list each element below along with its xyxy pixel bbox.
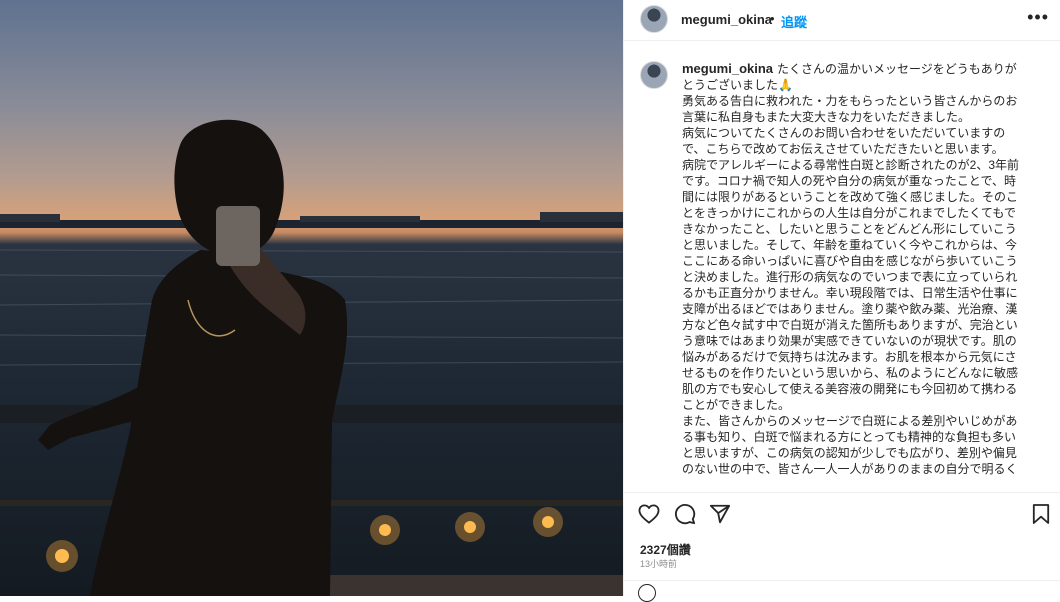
caption-line: です。コロナ禍で知人の死や自分の病気が重なったことで、時	[682, 174, 1016, 188]
caption-line: る事も知り、白斑で悩まれる方にとっても精神的な負担も多い	[682, 430, 1016, 444]
caption-line: 肌の方でも安心して使える美容液の開発にも今回初めて携わる	[682, 382, 1018, 396]
post-caption: megumi_okina たくさんの温かいメッセージをどうもありが とうございまし…	[682, 61, 1042, 477]
heart-icon[interactable]	[638, 504, 660, 524]
caption-line: 病院でアレルギーによる尋常性白斑と診断されたのが2、3年前	[682, 158, 1019, 172]
caption-line: で、こちらで改めてお伝えさせていただきたいと思います。	[682, 142, 1004, 156]
caption-line: 勇気ある告白に救われた・力をもらったという皆さんからのお	[682, 94, 1018, 108]
post-timestamp[interactable]: 13小時前	[640, 557, 677, 570]
caption-line: また、皆さんからのメッセージで白斑による差別やいじめがあ	[682, 414, 1018, 428]
caption-avatar[interactable]	[640, 61, 668, 89]
avatar[interactable]	[640, 5, 668, 33]
post-side-panel: megumi_okina • 追蹤 ••• megumi_okina たくさんの温…	[623, 0, 1060, 602]
caption-line: のない世の中で、皆さん一人一人がありのままの自分で明るく	[682, 462, 1018, 476]
caption-line: と思いました。そして、年齢を重ねていく今やこれからは、今	[682, 238, 1018, 252]
emoji-icon[interactable]	[638, 584, 656, 602]
likes-count[interactable]: 2327個讚	[640, 541, 691, 558]
caption-line: るかも正直分かりません。幸い現段階では、日常生活や仕事に	[682, 286, 1018, 300]
add-comment-bar	[624, 580, 1060, 602]
post-photo[interactable]	[0, 0, 623, 596]
share-icon[interactable]	[709, 503, 731, 525]
post-header: megumi_okina • 追蹤 •••	[624, 0, 1060, 41]
caption-line: 言葉に私自身もまた大変大きな力をいただきました。	[682, 110, 971, 124]
sunset-seaside-photo	[0, 119, 623, 596]
caption-line: 間には限りがあるということを改めて強く感じました。そのこ	[682, 190, 1019, 204]
caption-line: う意味ではあまり効果が実感できていないのが現状です。肌の	[682, 334, 1017, 348]
caption-line: 病気についてたくさんのお問い合わせをいただいていますの	[682, 126, 1006, 140]
follow-button[interactable]: 追蹤	[781, 12, 807, 31]
caption-line: 方など色々試す中で白斑が消えた箇所もありますが、完治とい	[682, 318, 1018, 332]
caption-line: と思いますが、この病気の認知が少しでも広がり、差別や偏見	[682, 446, 1017, 460]
caption-line: と決めました。進行形の病気なのでいつまで表に立っていられ	[682, 270, 1018, 284]
caption-line: きなかったこと、したいと思うことをどんどん形にしていこう	[682, 222, 1017, 236]
caption-line: ことができました。	[682, 398, 791, 412]
caption-line: 悩みがあるだけで気持ちは沈みます。お肌を根本から元気にさ	[682, 350, 1017, 364]
action-bar	[624, 492, 1060, 535]
caption-line: とをきっかけにこれからの人生は自分がこれまでしたくてもで	[682, 206, 1016, 220]
caption-line: せるものを作りたいという思いから、私のようにどんなに敏感	[682, 366, 1019, 380]
bookmark-icon[interactable]	[1032, 503, 1050, 525]
separator-dot: •	[770, 11, 775, 26]
comment-icon[interactable]	[674, 503, 696, 525]
caption-username[interactable]: megumi_okina	[682, 61, 773, 76]
caption-line: たくさんの温かいメッセージをどうもありが	[777, 62, 1017, 76]
comments-area[interactable]: megumi_okina たくさんの温かいメッセージをどうもありが とうございまし…	[624, 48, 1060, 488]
more-icon[interactable]: •••	[1027, 7, 1049, 28]
header-username[interactable]: megumi_okina	[681, 12, 772, 27]
caption-line: とうございました🙏	[682, 78, 793, 92]
instagram-post: megumi_okina • 追蹤 ••• megumi_okina たくさんの温…	[0, 0, 1060, 602]
caption-line: ここにある命いっぱいに喜びや自由を感じながら歩いていこう	[682, 254, 1018, 268]
caption-line: 支障が出るほどではありません。塗り薬や飲み薬、光治療、漢	[682, 302, 1018, 316]
